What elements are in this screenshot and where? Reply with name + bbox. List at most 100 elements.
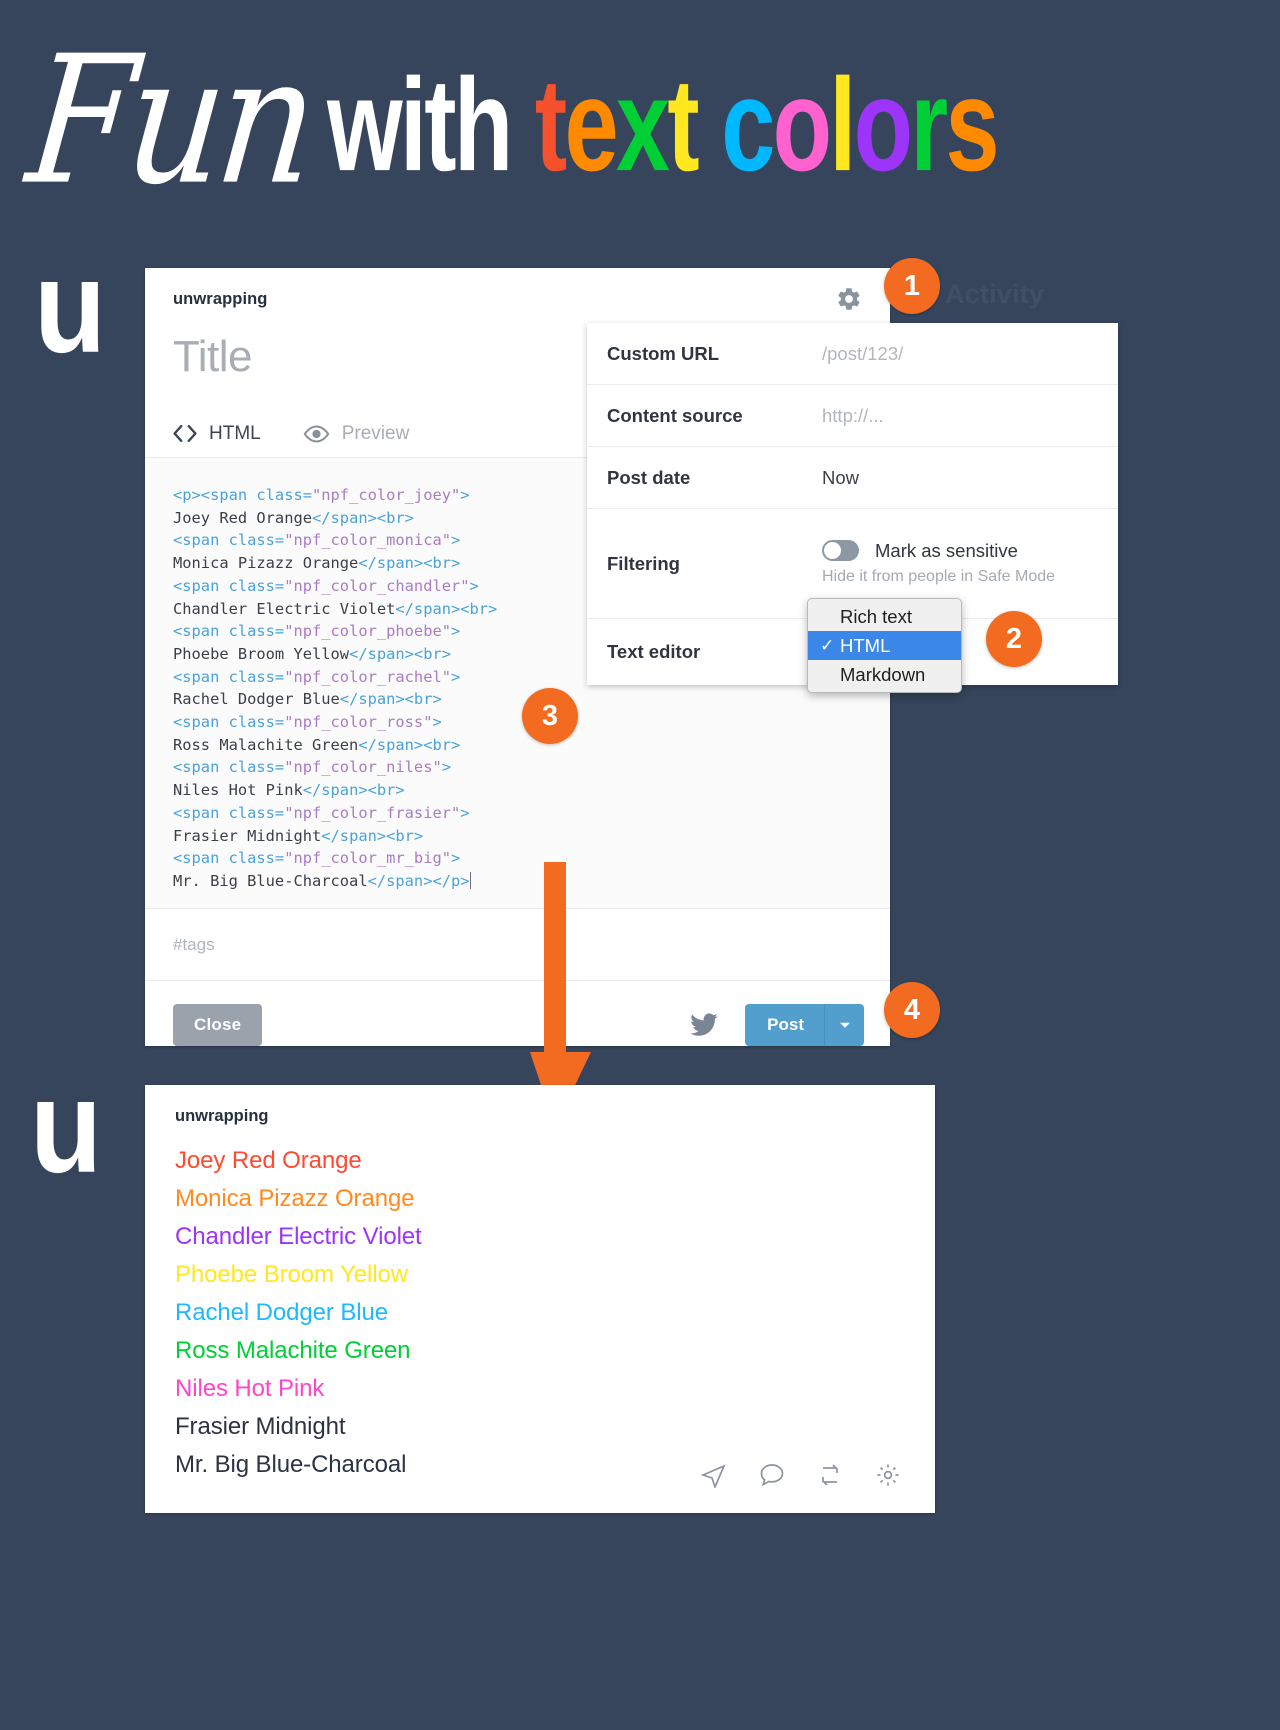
code-token: > — [451, 849, 461, 868]
eye-icon — [303, 424, 330, 443]
preview-line-7: Frasier Midnight — [175, 1413, 346, 1440]
select-option-label: HTML — [840, 634, 891, 656]
mark-as-sensitive-label: Mark as sensitive — [875, 539, 1018, 561]
preview-line-3: Phoebe Broom Yellow — [175, 1261, 408, 1288]
text-caret — [469, 871, 471, 889]
setting-row-post-date[interactable]: Post date Now — [587, 447, 1118, 509]
select-option-markdown[interactable]: Markdown — [808, 660, 961, 689]
code-token: > — [451, 667, 461, 686]
code-line: <span class="npf_color_frasier"> — [173, 802, 862, 825]
code-token: </span><br> — [339, 690, 442, 709]
setting-label: Filtering — [607, 552, 680, 574]
close-button[interactable]: Close — [173, 1003, 263, 1046]
step-badge-1: 1 — [884, 258, 940, 314]
code-token: > — [441, 758, 452, 777]
tab-preview[interactable]: Preview — [303, 422, 410, 445]
share-icon[interactable] — [700, 1462, 727, 1493]
title-plain-word: with — [327, 50, 513, 199]
title-letter-5: c — [721, 50, 776, 199]
setting-label: Text editor — [607, 641, 701, 662]
step-badge-2: 2 — [986, 611, 1042, 667]
content-source-input[interactable]: http://... — [822, 405, 884, 427]
post-preview-card: unwrapping Joey Red Orange Monica Pizazz … — [145, 1085, 935, 1513]
code-token: > — [460, 803, 470, 822]
brand-mark-top: u — [34, 233, 107, 381]
code-token: "npf_color_phoebe" — [284, 622, 451, 641]
setting-row-custom-url[interactable]: Custom URL /post/123/ — [587, 323, 1118, 385]
code-token: </span><br> — [321, 826, 424, 845]
brand-mark-bottom: u — [30, 1053, 103, 1201]
title-letter-2: x — [616, 50, 670, 199]
code-token: "npf_color_monica" — [284, 531, 451, 550]
code-token: </span><br> — [395, 599, 498, 618]
chevron-down-icon[interactable] — [824, 1003, 864, 1046]
setting-label: Post date — [607, 466, 691, 488]
text-editor-select-menu[interactable]: Rich text ✓ HTML Markdown — [807, 598, 962, 693]
code-token: </span><br> — [358, 554, 461, 573]
preview-post-body: Joey Red Orange Monica Pizazz Orange Chand… — [145, 1126, 935, 1484]
title-letter-10: s — [945, 50, 1000, 199]
code-token: <span class= — [173, 849, 285, 868]
code-token: </span><br> — [358, 735, 461, 754]
post-button[interactable]: Post — [745, 1003, 824, 1046]
title-letter-0: t — [535, 50, 567, 199]
code-token: <span class= — [173, 576, 285, 595]
page-title: Fun with text colors — [0, 19, 1280, 224]
reply-icon[interactable] — [759, 1462, 785, 1493]
tab-preview-label: Preview — [341, 422, 410, 444]
mark-as-sensitive-toggle[interactable] — [822, 540, 859, 561]
check-icon: ✓ — [820, 635, 835, 655]
code-token: <span class= — [173, 758, 285, 777]
editor-footer-actions: Post — [689, 1003, 864, 1046]
preview-action-icons — [700, 1462, 901, 1493]
title-colored-word: text colors — [535, 50, 1000, 199]
editor-header: unwrapping — [145, 268, 890, 330]
title-letter-9: r — [910, 50, 949, 199]
code-token: <span class= — [173, 667, 285, 686]
reblog-icon[interactable] — [817, 1462, 843, 1493]
preview-line-0: Joey Red Orange — [175, 1147, 362, 1174]
code-line: <span class="npf_color_niles"> — [173, 756, 862, 779]
preview-line-4: Rachel Dodger Blue — [175, 1299, 388, 1326]
code-token: <span class= — [173, 803, 285, 822]
post-date-value[interactable]: Now — [822, 467, 859, 489]
code-token: "npf_color_niles" — [284, 758, 442, 777]
select-option-html[interactable]: ✓ HTML — [808, 631, 961, 660]
code-token: Joey Red Orange — [173, 508, 312, 527]
setting-label: Custom URL — [607, 342, 720, 364]
code-line: Mr. Big Blue-Charcoal</span></p> — [173, 870, 862, 893]
code-token: <span class= — [173, 713, 285, 732]
preview-blog-name: unwrapping — [175, 1107, 269, 1125]
title-letter-7: l — [829, 50, 857, 199]
gear-icon[interactable] — [834, 284, 864, 314]
code-token: Rachel Dodger Blue — [173, 690, 340, 709]
select-option-label: Markdown — [840, 663, 926, 685]
code-token: Frasier Midnight — [173, 826, 322, 845]
code-icon — [173, 425, 197, 442]
code-token: > — [451, 622, 461, 641]
editor-footer: Close Post — [145, 980, 890, 1068]
preview-line-5: Ross Malachite Green — [175, 1337, 411, 1364]
editor-blog-name: unwrapping — [173, 289, 268, 308]
twitter-icon[interactable] — [689, 1010, 719, 1040]
code-token: Ross Malachite Green — [173, 735, 359, 754]
gear-icon[interactable] — [875, 1462, 901, 1493]
page-root: Activity Fun with text colors u u unwrap… — [0, 0, 1280, 1730]
code-token: "npf_color_rachel" — [284, 667, 451, 686]
code-token: Mr. Big Blue-Charcoal — [173, 871, 368, 890]
code-token: "npf_color_mr_big" — [284, 849, 451, 868]
setting-label: Content source — [607, 404, 743, 426]
preview-line-1: Monica Pizazz Orange — [175, 1185, 415, 1212]
tags-input[interactable]: #tags — [145, 908, 890, 980]
preview-line-6: Niles Hot Pink — [175, 1375, 325, 1402]
tab-html[interactable]: HTML — [173, 423, 261, 445]
code-token: <span class= — [173, 622, 285, 641]
code-line: Rachel Dodger Blue</span><br> — [173, 688, 862, 711]
select-option-rich-text[interactable]: Rich text — [808, 602, 961, 631]
code-token: Niles Hot Pink — [173, 781, 303, 800]
code-token: > — [469, 576, 479, 595]
custom-url-input[interactable]: /post/123/ — [822, 343, 903, 365]
setting-row-content-source[interactable]: Content source http://... — [587, 385, 1118, 447]
code-line: Frasier Midnight</span><br> — [173, 825, 862, 848]
title-letter-3: t — [667, 50, 700, 199]
